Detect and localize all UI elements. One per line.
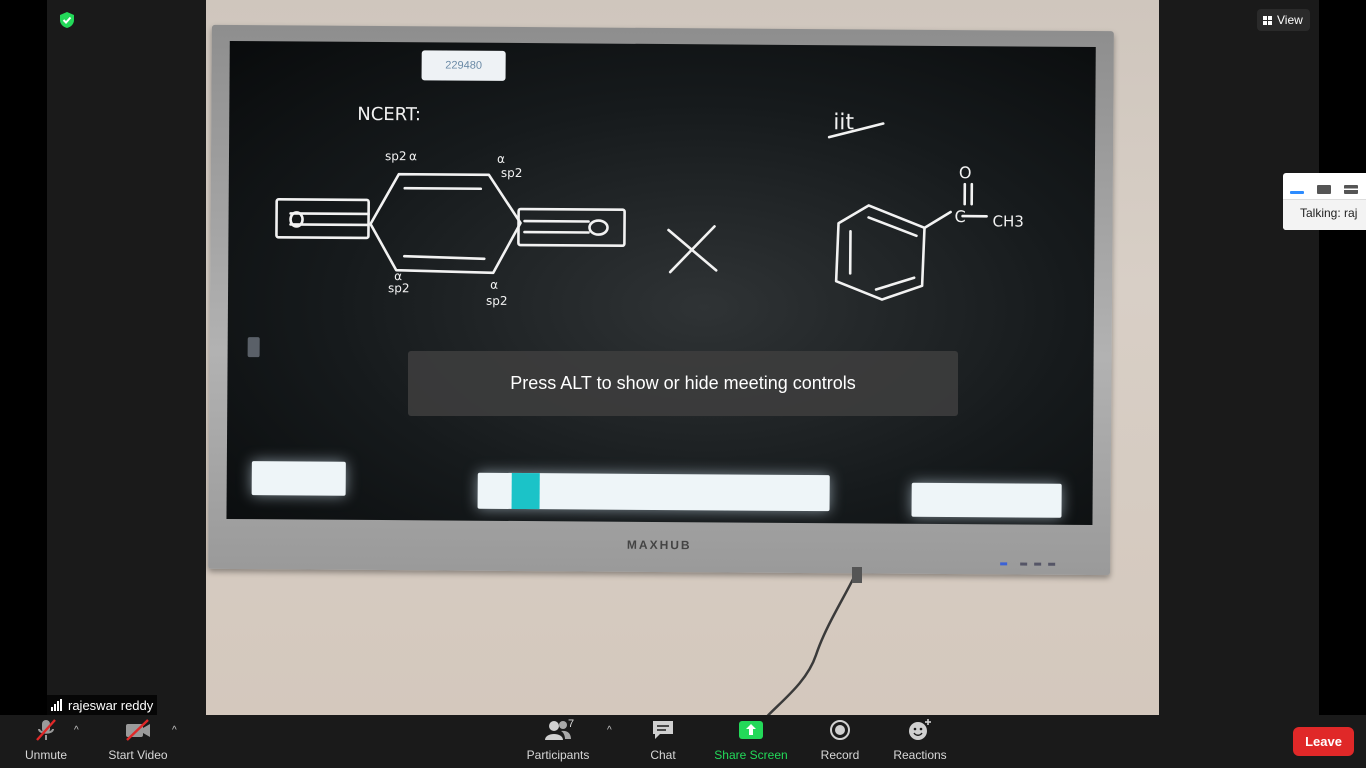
chat-button[interactable]: Chat xyxy=(645,715,681,768)
svg-text:O: O xyxy=(959,163,972,182)
share-screen-icon xyxy=(738,718,764,742)
chat-icon xyxy=(651,718,675,742)
signal-strength-icon xyxy=(51,699,62,711)
start-video-button[interactable]: Start Video xyxy=(106,715,170,768)
monitor-screen: 229480 NCERT: iit O C CH3 sp2 α sp2 α sp… xyxy=(226,40,1096,526)
encryption-shield-icon[interactable] xyxy=(58,11,76,29)
view-button-label: View xyxy=(1277,13,1303,27)
svg-text:α: α xyxy=(409,149,417,163)
unmute-label: Unmute xyxy=(24,748,68,762)
leave-button[interactable]: Leave xyxy=(1293,727,1354,756)
video-options-caret-icon[interactable]: ^ xyxy=(172,725,177,736)
monitor-led xyxy=(1048,562,1056,566)
participants-button[interactable]: 7 Participants xyxy=(525,715,591,768)
reactions-button[interactable]: Reactions xyxy=(891,715,949,768)
left-gutter xyxy=(47,0,206,715)
unmute-button[interactable]: Unmute xyxy=(22,715,70,768)
share-screen-button[interactable]: Share Screen xyxy=(714,715,788,768)
talking-panel: Talking: raj xyxy=(1283,173,1366,230)
board-bar-right xyxy=(911,482,1062,518)
svg-text:CH3: CH3 xyxy=(992,212,1023,230)
reactions-label: Reactions xyxy=(893,748,947,762)
record-label: Record xyxy=(820,748,860,762)
monitor-frame: 229480 NCERT: iit O C CH3 sp2 α sp2 α sp… xyxy=(208,24,1114,576)
reactions-icon xyxy=(907,718,933,742)
start-video-label: Start Video xyxy=(108,748,168,762)
board-bar-left xyxy=(251,461,346,496)
svg-text:α: α xyxy=(394,269,402,283)
power-cable xyxy=(766,567,862,715)
talking-indicator: Talking: raj xyxy=(1283,199,1366,230)
monitor-led xyxy=(1020,562,1028,566)
participant-name-tag: rajeswar reddy xyxy=(47,695,158,715)
monitor-led xyxy=(1034,562,1042,566)
grid-view-icon xyxy=(1263,15,1272,25)
svg-text:sp2: sp2 xyxy=(486,294,508,308)
muted-mic-icon xyxy=(33,718,59,742)
audio-options-caret-icon[interactable]: ^ xyxy=(74,725,79,736)
minimize-icon[interactable] xyxy=(1290,190,1304,194)
video-off-icon xyxy=(123,718,153,742)
meeting-controls-hint: Press ALT to show or hide meeting contro… xyxy=(408,351,958,416)
whiteboard-drawing: NCERT: iit O C CH3 sp2 α sp2 α sp2 α sp2… xyxy=(275,104,1024,308)
ncert-heading: NCERT: xyxy=(357,104,421,125)
participants-icon: 7 xyxy=(544,718,575,742)
monitor-brand: MAXHUB xyxy=(626,537,692,553)
talking-panel-tools xyxy=(1283,173,1366,199)
participants-options-caret-icon[interactable]: ^ xyxy=(607,725,612,736)
record-icon xyxy=(829,718,851,742)
board-bar-middle xyxy=(477,472,830,512)
participants-count: 7 xyxy=(568,718,575,730)
share-screen-label: Share Screen xyxy=(714,748,788,762)
meeting-toolbar: Unmute ^ Start Video ^ 7 Participants ^ xyxy=(0,715,1366,768)
single-view-icon[interactable] xyxy=(1317,184,1331,194)
svg-text:α: α xyxy=(497,152,505,166)
iit-heading: iit xyxy=(833,110,854,135)
svg-text:α: α xyxy=(490,278,498,292)
right-gutter xyxy=(1159,0,1319,715)
board-bar-accent xyxy=(511,472,540,510)
participants-label: Participants xyxy=(526,748,590,762)
monitor-led xyxy=(1000,562,1008,566)
participant-name: rajeswar reddy xyxy=(68,697,154,713)
chat-label: Chat xyxy=(650,748,676,762)
svg-text:C: C xyxy=(955,207,966,226)
board-side-tab xyxy=(247,337,260,358)
view-button[interactable]: View xyxy=(1257,9,1310,31)
meeting-stage: 229480 NCERT: iit O C CH3 sp2 α sp2 α sp… xyxy=(0,0,1366,715)
record-button[interactable]: Record xyxy=(818,715,862,768)
svg-text:sp2: sp2 xyxy=(385,149,407,163)
svg-text:sp2: sp2 xyxy=(388,281,410,295)
split-view-icon[interactable] xyxy=(1344,184,1358,194)
svg-text:sp2: sp2 xyxy=(501,166,523,180)
